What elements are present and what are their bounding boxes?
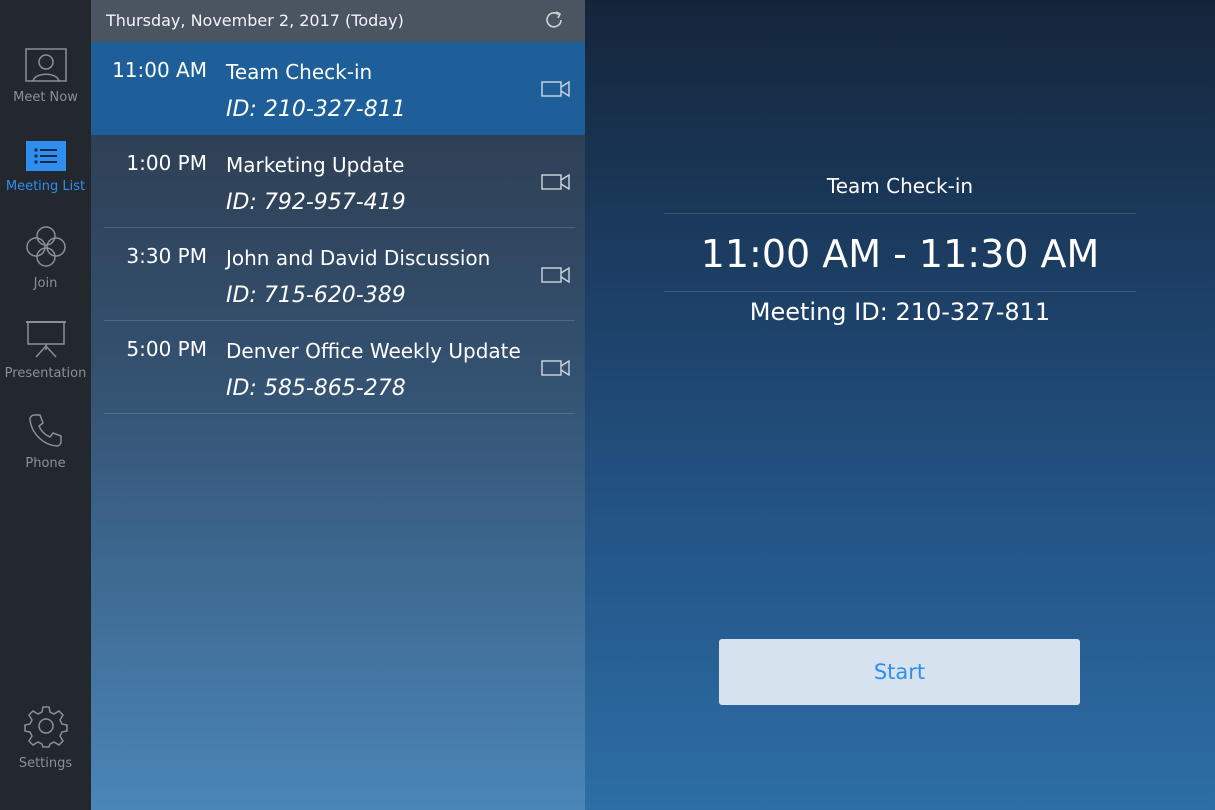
nav-label: Join [33,276,58,291]
meeting-title: John and David Discussion [226,246,491,270]
video-icon [541,359,571,381]
detail-title: Team Check-in [826,174,974,198]
video-icon [541,173,571,195]
nav-label: Settings [18,756,73,771]
nav-join[interactable]: Join [0,226,91,291]
nav-label: Meet Now [13,90,78,105]
meeting-id: ID: 585-865-278 [226,376,406,401]
list-icon [0,141,91,175]
nav-phone[interactable]: Phone [0,412,91,471]
meeting-title: Marketing Update [226,153,405,177]
detail-meeting-id: Meeting ID: 210-327-811 [749,298,1051,326]
meeting-item[interactable]: 11:00 AM Team Check-in ID: 210-327-811 [91,42,585,135]
date-label: Thursday, November 2, 2017 (Today) [106,11,404,30]
nav-label: Meeting List [5,179,86,194]
divider [664,213,1136,214]
left-nav: Meet Now Meeting List Join Presentation … [0,0,91,810]
gear-icon [0,704,91,752]
presentation-icon [0,320,91,362]
phone-icon [0,412,91,452]
detail-time-range: 11:00 AM - 11:30 AM [700,232,1100,276]
meeting-item[interactable]: 5:00 PM Denver Office Weekly Update ID: … [91,321,585,414]
meeting-id: ID: 210-327-811 [226,97,406,122]
meeting-item[interactable]: 1:00 PM Marketing Update ID: 792-957-419 [91,135,585,228]
nav-label: Phone [25,456,66,471]
nav-meeting-list[interactable]: Meeting List [0,141,91,194]
meeting-item[interactable]: 3:30 PM John and David Discussion ID: 71… [91,228,585,321]
meeting-id: ID: 792-957-419 [226,190,406,215]
meeting-time: 5:00 PM [126,337,207,361]
divider [664,291,1136,292]
meeting-time: 3:30 PM [126,244,207,268]
video-icon [541,80,571,102]
start-button[interactable]: Start [719,639,1080,705]
meeting-title: Denver Office Weekly Update [226,339,521,363]
meeting-id: ID: 715-620-389 [226,283,406,308]
divider [104,413,575,414]
meeting-time: 11:00 AM [112,58,207,82]
nav-presentation[interactable]: Presentation [0,320,91,381]
meeting-detail-panel: Team Check-in 11:00 AM - 11:30 AM Meetin… [585,0,1215,810]
video-icon [541,266,571,288]
join-icon [0,226,91,272]
nav-label: Presentation [4,366,87,381]
nav-meet-now[interactable]: Meet Now [0,48,91,105]
person-icon [0,48,91,86]
refresh-icon[interactable] [543,9,565,35]
meeting-time: 1:00 PM [126,151,207,175]
nav-settings[interactable]: Settings [0,704,91,771]
meeting-list-panel: Thursday, November 2, 2017 (Today) 11:00… [91,0,585,810]
meeting-title: Team Check-in [226,60,373,84]
list-header: Thursday, November 2, 2017 (Today) [91,0,585,42]
